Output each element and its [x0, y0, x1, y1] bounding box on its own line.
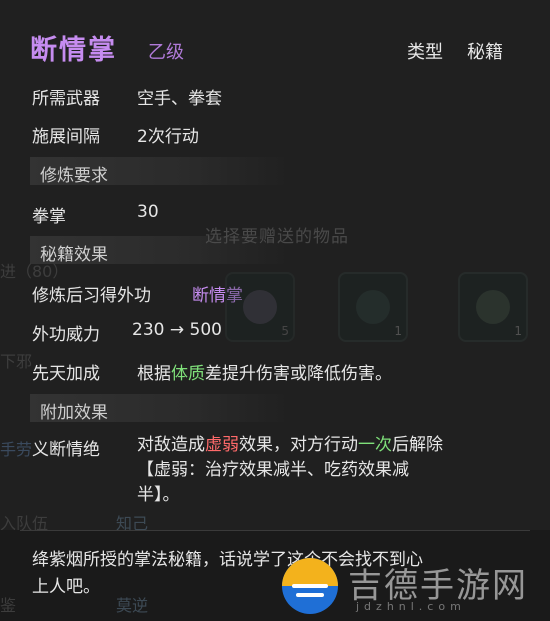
beetle-icon: [356, 290, 390, 324]
extra-line-2: 【虚弱：治疗效果减半、吃药效果减: [137, 460, 409, 480]
slot-count: 1: [514, 324, 522, 338]
requirement-label: 拳掌: [32, 207, 66, 227]
gift-panel-title: 选择要赠送的物品: [205, 227, 349, 247]
innate-attribute: 体质: [171, 364, 205, 384]
extra-text-e: 后解除: [392, 435, 443, 455]
extra-description: 对敌造成虚弱效果，对方行动一次后解除 【虚弱：治疗效果减半、吃药效果减 半】。: [137, 433, 443, 508]
innate-post: 差提升伤害或降低伤害。: [205, 364, 392, 384]
type-label: 类型: [407, 42, 443, 63]
extra-line-3: 半】。: [137, 485, 180, 505]
extra-label: 义断情绝: [32, 440, 100, 460]
bg-fragment-2: 下邪: [0, 352, 33, 371]
item-grade: 乙级: [148, 42, 184, 63]
gift-slot-2[interactable]: 1: [338, 272, 408, 342]
extra-text-c: 效果，对方行动: [239, 435, 358, 455]
slot-count: 1: [394, 324, 402, 338]
weak-keyword: 虚弱: [205, 435, 239, 455]
scroll-icon: [476, 290, 510, 324]
bg-fragment-1: 进（80）: [0, 262, 69, 281]
interval-label: 施展间隔: [32, 127, 100, 147]
innate-label: 先天加成: [32, 364, 100, 384]
section-extra-title: 附加效果: [40, 403, 108, 423]
innate-description: 根据体质差提升伤害或降低伤害。: [137, 359, 392, 384]
extra-line-1: 对敌造成虚弱效果，对方行动一次后解除: [137, 433, 443, 458]
section-extra: 附加效果: [30, 394, 290, 423]
watermark: 吉德手游网 jdzhnl.com: [282, 556, 540, 616]
innate-pre: 根据: [137, 364, 171, 384]
divider: [20, 530, 530, 531]
orb-icon: [243, 290, 277, 324]
extra-text-a: 对敌造成: [137, 435, 205, 455]
once-keyword: 一次: [358, 435, 392, 455]
section-requirements: 修炼要求: [30, 157, 290, 186]
watermark-logo-icon: [282, 558, 338, 614]
watermark-url: jdzhnl.com: [356, 600, 466, 613]
item-tooltip: 断情掌 乙级 类型 秘籍 所需武器 空手、拳套 施展间隔 2次行动 修炼要求 拳…: [0, 0, 550, 530]
learn-skill-label: 修炼后习得外功: [32, 286, 151, 306]
game-screen: 断情掌 乙级 类型 秘籍 所需武器 空手、拳套 施展间隔 2次行动 修炼要求 拳…: [0, 0, 550, 621]
requirement-value: 30: [137, 202, 159, 222]
slot-count: 5: [281, 324, 289, 338]
bg-fragment-6: 鉴: [0, 596, 17, 615]
gift-slot-1[interactable]: 5: [225, 272, 295, 342]
section-requirements-title: 修炼要求: [40, 166, 108, 186]
power-value: 230 → 500: [132, 320, 222, 340]
interval-value: 2次行动: [137, 127, 199, 147]
power-label: 外功威力: [32, 325, 100, 345]
bg-fragment-7: 莫逆: [116, 596, 149, 615]
weapon-label: 所需武器: [32, 89, 100, 109]
weapon-value: 空手、拳套: [137, 89, 222, 109]
gift-slot-3[interactable]: 1: [458, 272, 528, 342]
type-value: 秘籍: [467, 42, 503, 63]
bg-fragment-3: 手劳: [0, 440, 33, 459]
item-name: 断情掌: [30, 35, 117, 66]
